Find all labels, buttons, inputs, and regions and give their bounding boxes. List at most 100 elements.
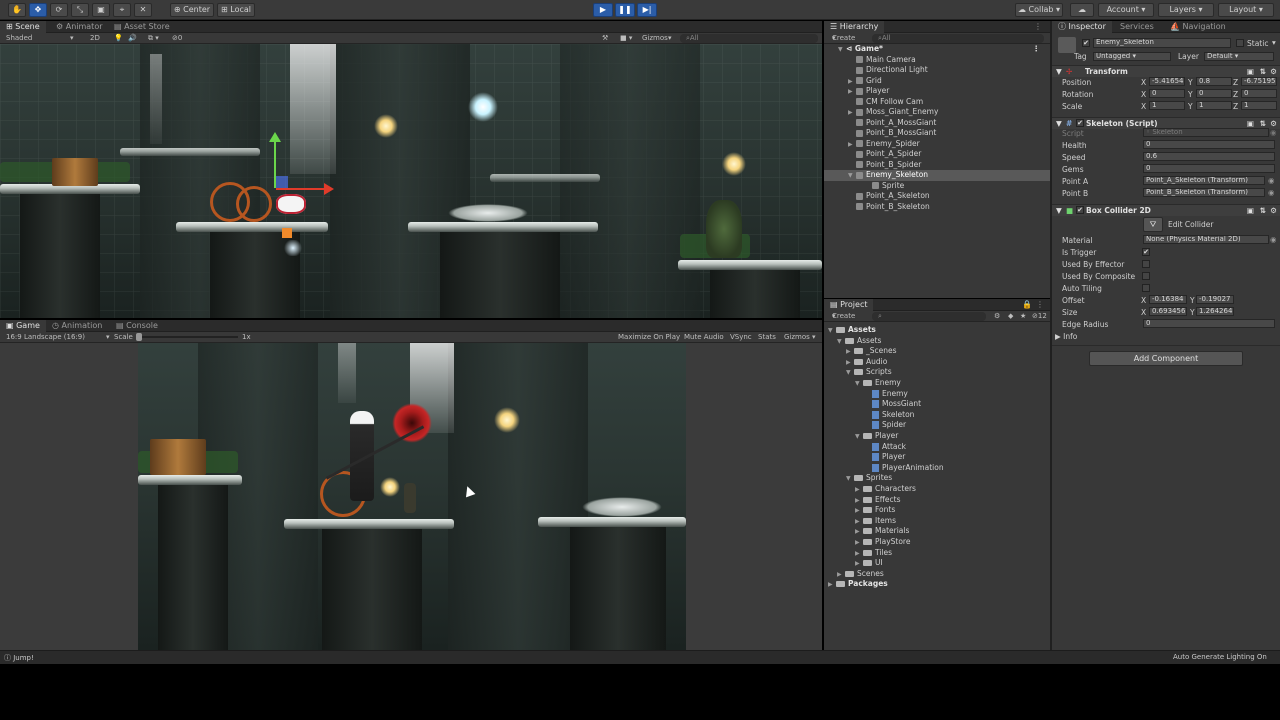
maximize-on-play-toggle[interactable]: Maximize On Play — [618, 332, 680, 342]
layers-dropdown[interactable]: Layers ▾ — [1158, 3, 1214, 17]
hierarchy-item[interactable]: ▼ Enemy_Skeleton — [824, 170, 1050, 181]
project-script-item[interactable]: Attack — [824, 442, 1050, 453]
game-viewport[interactable] — [138, 343, 686, 650]
preset-icon[interactable]: ⇅ — [1260, 205, 1266, 216]
project-folder-item[interactable]: ▶ PlayStore — [824, 537, 1050, 548]
scene-root-row[interactable]: ▼ ⊲ Game* ⋮ — [824, 44, 1050, 55]
hierarchy-menu-icon[interactable]: ⋮ — [1034, 21, 1042, 33]
tab-services[interactable]: Services — [1114, 21, 1160, 33]
camera-gizmo-icon[interactable] — [276, 194, 306, 214]
hierarchy-item[interactable]: Point_A_Spider — [824, 149, 1050, 160]
project-menu-icon[interactable]: ⋮ — [1036, 299, 1044, 311]
cloud-icon[interactable]: ☁ — [1070, 3, 1094, 17]
edge-radius-field[interactable]: 0 — [1143, 319, 1275, 328]
project-folder-item[interactable]: ▶ Materials — [824, 526, 1050, 537]
project-folder-item[interactable]: ▶ Items — [824, 516, 1050, 527]
project-script-item[interactable]: Enemy — [824, 389, 1050, 400]
size-x-field[interactable]: 0.693456 — [1149, 307, 1187, 316]
scale-tool-icon[interactable]: ⤡ — [71, 3, 89, 17]
material-field[interactable]: None (Physics Material 2D) — [1143, 235, 1269, 244]
project-folder-item[interactable]: ▼ Assets — [824, 325, 1050, 336]
help-icon[interactable]: ▣ — [1247, 205, 1254, 216]
project-folder-item[interactable]: ▶ UI — [824, 558, 1050, 569]
add-component-button[interactable]: Add Component — [1089, 351, 1243, 366]
gizmo-x-arrow-icon[interactable] — [324, 183, 334, 195]
hidden-packages-count[interactable]: ⊘ 12 — [1032, 311, 1047, 321]
transform-x-field[interactable]: 1 — [1149, 101, 1185, 110]
offset-x-field[interactable]: -0.16384 — [1149, 295, 1187, 304]
transform-y-field[interactable]: 0 — [1196, 89, 1232, 98]
rotate-tool-icon[interactable]: ⟳ — [50, 3, 68, 17]
transform-y-field[interactable]: 1 — [1196, 101, 1232, 110]
hierarchy-item[interactable]: Point_B_Skeleton — [824, 202, 1050, 213]
hierarchy-item[interactable]: Point_A_MossGiant — [824, 118, 1050, 129]
object-picker-icon[interactable]: ◉ — [1268, 176, 1275, 185]
edit-collider-button[interactable]: ⛛ — [1143, 217, 1163, 232]
hierarchy-item[interactable]: ▶ Grid — [824, 76, 1050, 87]
gizmo-x-axis[interactable] — [276, 188, 326, 190]
aspect-dropdown[interactable]: 16:9 Landscape (16:9) — [6, 332, 85, 342]
fold-arrow-icon[interactable]: ▼ — [1056, 66, 1062, 77]
stats-toggle[interactable]: Stats — [758, 332, 776, 342]
transform-z-field[interactable]: 0 — [1241, 89, 1277, 98]
project-script-item[interactable]: Spider — [824, 420, 1050, 431]
transform-z-field[interactable]: 1 — [1241, 101, 1277, 110]
hierarchy-item[interactable]: Directional Light — [824, 65, 1050, 76]
collider-checkbox[interactable] — [1142, 260, 1150, 268]
hierarchy-item[interactable]: ▶ Moss_Giant_Enemy — [824, 107, 1050, 118]
aspect-arrow-icon[interactable]: ▾ — [106, 332, 110, 342]
mode-2d-button[interactable]: 2D — [90, 33, 100, 43]
project-folder-item[interactable]: ▼ Scripts — [824, 367, 1050, 378]
box-collider-header[interactable]: ▼ ■ ✔ Box Collider 2D ▣ ⇅ ⚙ — [1052, 204, 1280, 216]
tab-navigation[interactable]: ⛵ Navigation — [1164, 21, 1232, 33]
component-gear-icon[interactable]: ⚙ — [1270, 66, 1277, 77]
transform-y-field[interactable]: 0.8 — [1196, 77, 1232, 86]
hierarchy-item[interactable]: Point_B_Spider — [824, 160, 1050, 171]
tab-scene[interactable]: ⊞ Scene — [0, 21, 46, 33]
lighting-icon[interactable]: 💡 — [114, 33, 123, 43]
preset-icon[interactable]: ⇅ — [1260, 66, 1266, 77]
project-script-item[interactable]: Player — [824, 452, 1050, 463]
game-gizmos-arrow-icon[interactable]: ▾ — [812, 332, 816, 342]
project-folder-item[interactable]: ▶ Scenes — [824, 569, 1050, 580]
layout-dropdown[interactable]: Layout ▾ — [1218, 3, 1274, 17]
scene-gizmos-dropdown[interactable]: Gizmos — [642, 33, 668, 43]
transform-tool-icon[interactable]: ⌖ — [113, 3, 131, 17]
scene-viewport[interactable] — [0, 44, 822, 318]
tab-hierarchy[interactable]: ☰ Hierarchy — [824, 21, 885, 33]
transform-z-field[interactable]: -6.75195 — [1241, 77, 1277, 86]
mute-audio-toggle[interactable]: Mute Audio — [684, 332, 724, 342]
tag-dropdown[interactable]: Untagged ▾ — [1093, 52, 1171, 61]
vsync-toggle[interactable]: VSync — [730, 332, 752, 342]
rect-tool-icon[interactable]: ▣ — [92, 3, 110, 17]
custom-tool-icon[interactable]: ✕ — [134, 3, 152, 17]
filter-label-icon[interactable]: ◆ — [1008, 311, 1013, 321]
account-dropdown[interactable]: Account ▾ — [1098, 3, 1154, 17]
move-tool-icon[interactable]: ✥ — [29, 3, 47, 17]
hand-tool-icon[interactable]: ✋ — [8, 3, 26, 17]
skeleton-value-field[interactable]: 0 — [1143, 164, 1275, 173]
filter-type-icon[interactable]: ⚙ — [994, 311, 1000, 321]
collab-button[interactable]: ☁ Collab ▾ — [1015, 3, 1063, 17]
size-y-field[interactable]: 1.264264 — [1196, 307, 1234, 316]
scene-gizmos-arrow-icon[interactable]: ▾ — [668, 33, 672, 43]
game-gizmos-dropdown[interactable]: Gizmos — [784, 332, 810, 342]
scale-slider-handle[interactable] — [136, 333, 142, 341]
transform-header[interactable]: ▼ ✢ Transform ▣ ⇅ ⚙ — [1052, 65, 1280, 77]
tools-icon[interactable]: ⚒ — [602, 33, 608, 43]
tab-project[interactable]: ▤ Project — [824, 299, 874, 311]
transform-reference-field[interactable]: Point_A_Skeleton (Transform) — [1143, 176, 1265, 185]
tab-game[interactable]: ▣ Game — [0, 320, 46, 332]
fold-arrow-icon[interactable]: ▼ — [1056, 118, 1062, 129]
player-sprite[interactable] — [404, 483, 416, 513]
collider-checkbox[interactable] — [1142, 272, 1150, 280]
shading-arrow-icon[interactable]: ▾ — [70, 33, 74, 43]
favorite-icon[interactable]: ★ — [1020, 311, 1026, 321]
project-folder-item[interactable]: ▶ Characters — [824, 484, 1050, 495]
offset-y-field[interactable]: -0.19027 — [1196, 295, 1234, 304]
camera-icon[interactable]: ■ ▾ — [620, 33, 632, 43]
hierarchy-item[interactable]: Sprite — [824, 181, 1050, 192]
component-gear-icon[interactable]: ⚙ — [1270, 205, 1277, 216]
play-button[interactable]: ▶ — [593, 3, 613, 17]
pivot-center-button[interactable]: ⊕ Center — [170, 3, 214, 17]
